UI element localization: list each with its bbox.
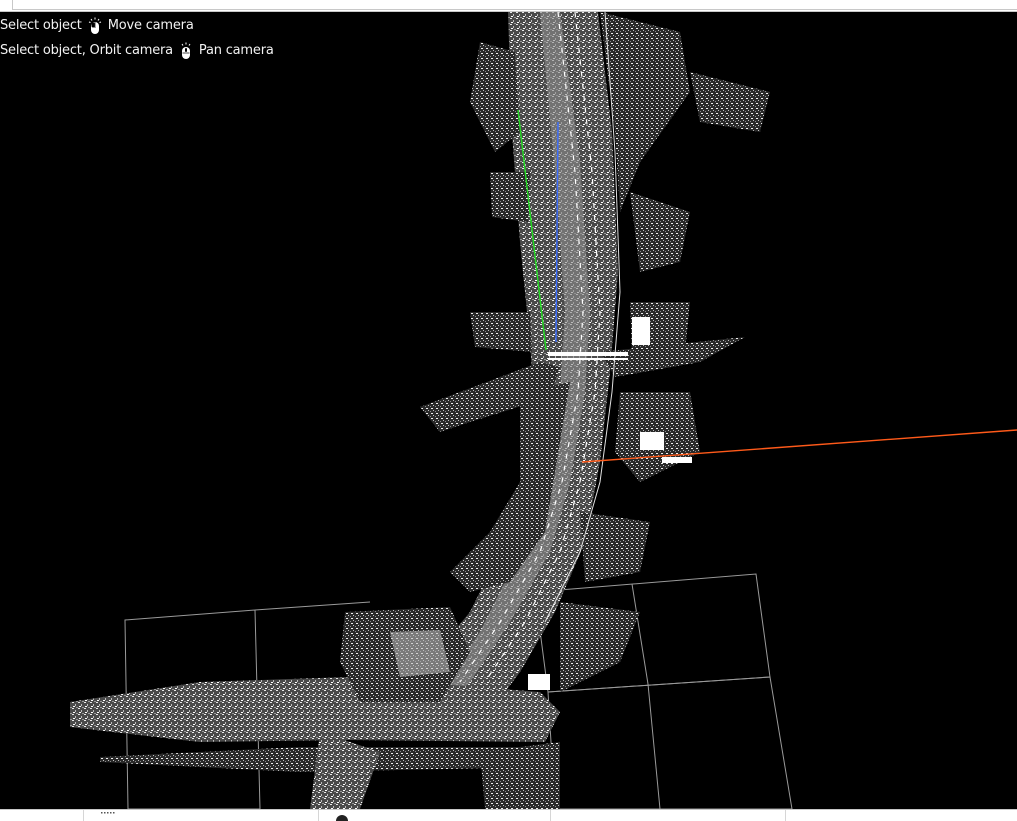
mouse-left-click-icon (86, 17, 104, 35)
point-cloud (70, 12, 770, 809)
hint-select-object-label: Select object (0, 18, 82, 33)
panel-separator (785, 810, 786, 821)
hint-pan-camera-label: Pan camera (198, 43, 274, 58)
bottom-panel-tabs (0, 809, 1017, 821)
grip-handle-icon[interactable] (100, 811, 118, 815)
panel-separator (550, 810, 551, 821)
point-cloud-scene[interactable] (0, 12, 1017, 809)
top-panel-inner (12, 0, 1017, 10)
panel-separator (83, 810, 84, 821)
top-panel-border (0, 0, 1017, 12)
3d-viewport[interactable]: Select object Move camera Select object,… (0, 12, 1017, 809)
control-hint-left-click: Select object Move camera (0, 17, 194, 35)
mouse-wheel-icon (177, 42, 195, 60)
hint-orbit-camera-label: Select object, Orbit camera (0, 43, 173, 58)
control-hint-wheel-click: Select object, Orbit camera Pan camera (0, 42, 274, 60)
panel-separator (318, 810, 319, 821)
hint-move-camera-label: Move camera (107, 18, 194, 33)
